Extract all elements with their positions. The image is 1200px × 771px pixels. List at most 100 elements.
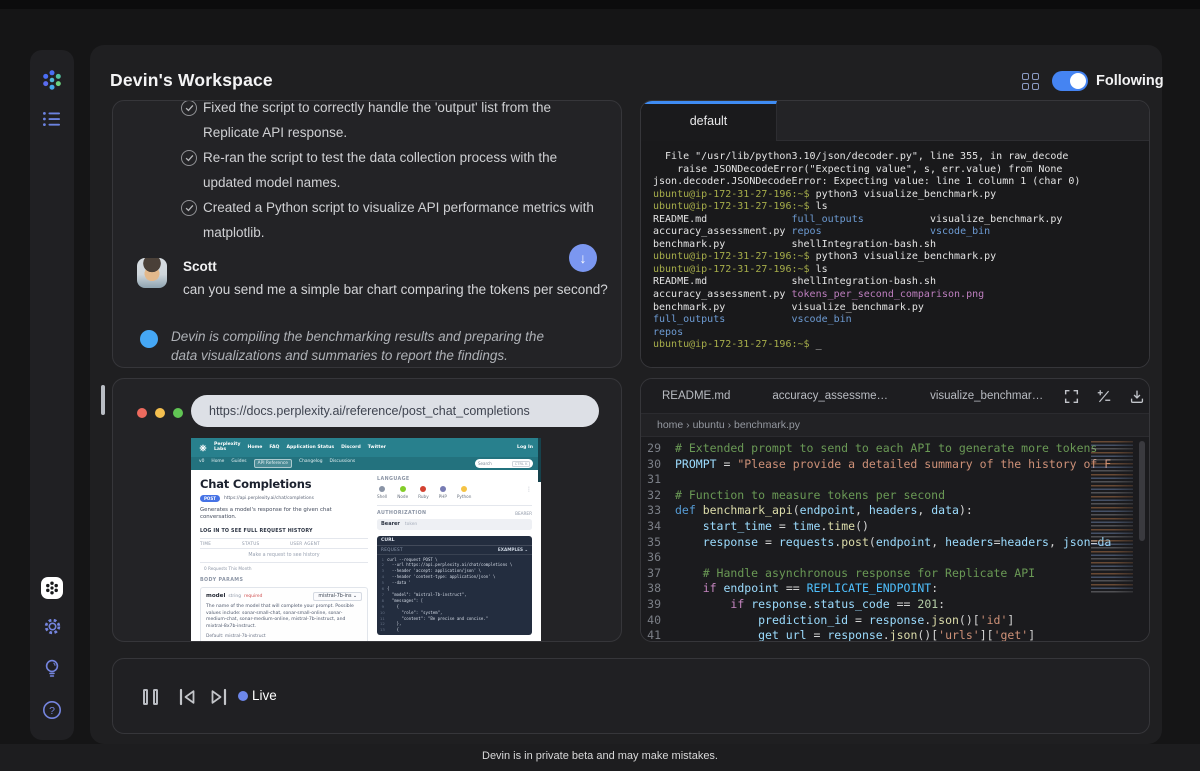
pp-examples-dropdown[interactable]: EXAMPLES ⌄ [498, 547, 528, 552]
pp-subnav-item[interactable]: v0 [199, 459, 204, 468]
line-number: 32 [641, 488, 675, 504]
pp-param-default: Default: mistral-7b-instruct [206, 634, 362, 639]
pp-description: Generates a model's response for the giv… [200, 507, 368, 521]
language-name: Python [457, 494, 472, 499]
pp-divider [377, 505, 532, 506]
pp-param-type: string [228, 594, 241, 599]
editor-tab[interactable]: accuracy_assessme… [751, 390, 909, 402]
code-line: 33def benchmark_api(endpoint, headers, d… [641, 503, 1149, 519]
pause-button[interactable] [143, 689, 158, 705]
pp-model-select[interactable]: mistral-7b-ins ⌄ [313, 592, 362, 601]
devin-logo-icon[interactable] [30, 68, 74, 92]
pp-language-item[interactable]: Shell [377, 486, 387, 499]
following-toggle[interactable] [1052, 71, 1088, 91]
pp-language-item[interactable]: Node [397, 486, 408, 499]
browser-viewport[interactable]: Perplexity Labs HomeFAQApplication Statu… [191, 438, 541, 642]
pp-nav-item[interactable]: Twitter [368, 445, 386, 450]
skip-back-button[interactable] [176, 688, 198, 706]
terminal-line: accuracy_assessment.py repos vscode_bin [653, 226, 1137, 239]
pp-subnav-item[interactable]: Home [211, 459, 224, 468]
terminal-tab-default[interactable]: default [641, 101, 777, 141]
line-number: 33 [641, 503, 675, 519]
user-message-row: Scott can you send me a simple bar chart… [113, 258, 621, 298]
pp-curl-code: 1curl --request POST \2 --url https://ap… [377, 555, 532, 636]
pp-language-item[interactable]: Ruby [418, 486, 429, 499]
live-indicator[interactable]: Live [238, 688, 277, 703]
minimize-icon[interactable] [155, 408, 165, 418]
code-lines[interactable]: 29# Extended prompt to send to each API … [641, 437, 1149, 641]
terminal-line: benchmark.py shellIntegration-bash.sh [653, 239, 1137, 252]
fullscreen-icon[interactable] [1064, 389, 1079, 404]
ideas-lightbulb-icon[interactable] [30, 658, 74, 679]
diff-icon[interactable] [1096, 389, 1112, 404]
language-icon [379, 486, 385, 492]
pp-curl-label: CURL [381, 538, 395, 543]
pp-nav-item[interactable]: Discord [341, 445, 361, 450]
line-number: 39 [641, 597, 675, 613]
maximize-icon[interactable] [173, 408, 183, 418]
terminal-line: README.md shellIntegration-bash.sh [653, 276, 1137, 289]
code-line: 32# Function to measure tokens per secon… [641, 488, 1149, 504]
skip-forward-button[interactable] [208, 688, 230, 706]
chat-checklist: Fixed the script to correctly handle the… [113, 101, 621, 246]
line-number: 38 [641, 581, 675, 597]
terminal-panel: default File "/usr/lib/python3.10/json/d… [640, 100, 1150, 368]
devin-active-icon[interactable] [41, 577, 63, 599]
terminal-line: ubuntu@ip-172-31-27-196:~$ ls [653, 201, 1137, 214]
pp-subnav-items: v0 Home Guides API Reference Changelog Discus… [199, 459, 355, 468]
sessions-list-icon[interactable] [30, 110, 74, 128]
layout-grid-icon[interactable] [1022, 73, 1039, 90]
language-name: Node [397, 494, 408, 499]
pp-language-label: LANGUAGE [377, 477, 532, 482]
editor-tab[interactable]: visualize_benchmar… [909, 390, 1064, 402]
pp-search-placeholder: Search [478, 461, 492, 466]
close-icon[interactable] [137, 408, 147, 418]
pp-language-item[interactable]: PHP [439, 486, 447, 499]
editor-scrollbar[interactable] [1139, 441, 1145, 541]
pp-table-header: STATUS [242, 541, 290, 546]
check-circle-icon [181, 200, 197, 216]
pp-bearer-input[interactable]: Bearer token [377, 519, 532, 530]
pp-subnav-item[interactable]: API Reference [254, 459, 292, 468]
editor-breadcrumb[interactable]: home › ubuntu › benchmark.py [641, 413, 1149, 437]
pp-nav-item[interactable]: FAQ [269, 445, 279, 450]
pp-nav-item[interactable]: Application Status [286, 445, 334, 450]
pp-page-scrollbar[interactable] [538, 438, 541, 482]
pp-login-link[interactable]: Log In [517, 445, 533, 450]
playback-bar: Live [112, 658, 1150, 734]
down-arrow-icon: ↓ [580, 250, 587, 266]
pp-table-head: TIMESTATUSUSER AGENT [200, 539, 368, 549]
pp-subnav-item[interactable]: Changelog [299, 459, 323, 468]
pp-search-box[interactable]: Search CTRL K [475, 459, 533, 468]
download-icon[interactable] [1129, 389, 1145, 404]
pp-nav-item[interactable]: Home [247, 445, 262, 450]
checklist-text: Re-ran the script to test the data colle… [203, 146, 599, 195]
chat-scroll-area[interactable]: Fixed the script to correctly handle the… [113, 101, 621, 367]
pp-language-item[interactable]: Python [457, 486, 472, 499]
line-number: 40 [641, 613, 675, 629]
editor-tab[interactable]: README.md [641, 390, 751, 402]
more-options-icon[interactable]: ⋮ [526, 486, 532, 493]
pp-history-title: LOG IN TO SEE FULL REQUEST HISTORY [200, 529, 368, 534]
traffic-lights [137, 408, 183, 418]
pp-table-header: USER AGENT [290, 541, 368, 546]
scroll-indicator[interactable] [101, 385, 105, 415]
pp-auth-label: AUTHORIZATION [377, 511, 426, 516]
code-line: 39 if response.status_code == 201: [641, 597, 1149, 613]
language-name: PHP [439, 494, 447, 499]
pp-body-params-label: BODY PARAMS [200, 578, 368, 583]
pp-subnav-item[interactable]: Discussions [330, 459, 356, 468]
scroll-to-bottom-button[interactable]: ↓ [569, 244, 597, 272]
terminal-output[interactable]: File "/usr/lib/python3.10/json/decoder.p… [641, 141, 1149, 367]
language-icon [420, 486, 426, 492]
pp-auth-type: BEARER [515, 511, 532, 516]
pp-subnav-item[interactable]: Guides [231, 459, 246, 468]
terminal-line: full_outputs vscode_bin [653, 314, 1137, 327]
browser-panel: https://docs.perplexity.ai/reference/pos… [112, 378, 622, 642]
editor-minimap[interactable] [1091, 441, 1133, 593]
help-icon[interactable]: ? [30, 700, 74, 720]
line-number: 37 [641, 566, 675, 582]
address-bar[interactable]: https://docs.perplexity.ai/reference/pos… [191, 395, 599, 427]
settings-gear-icon[interactable] [30, 616, 74, 637]
code-line: 31 [641, 472, 1149, 488]
